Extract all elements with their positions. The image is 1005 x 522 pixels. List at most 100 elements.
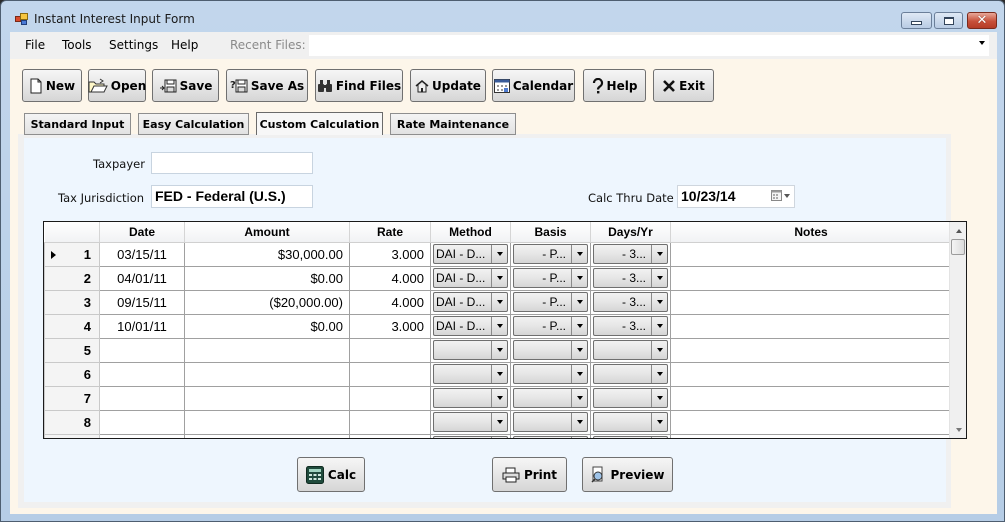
days-yr-dropdown[interactable]: - 3... bbox=[593, 316, 668, 336]
dropdown-button[interactable] bbox=[651, 365, 667, 383]
notes-cell[interactable] bbox=[670, 265, 952, 291]
basis-dropdown[interactable] bbox=[513, 388, 588, 408]
dropdown-button[interactable] bbox=[571, 365, 587, 383]
method-dropdown[interactable]: DAI - D... bbox=[433, 268, 508, 288]
method-dropdown[interactable] bbox=[433, 364, 508, 384]
taxpayer-input[interactable] bbox=[151, 152, 313, 174]
update-button[interactable]: Update bbox=[410, 69, 486, 102]
menu-tools[interactable]: Tools bbox=[62, 38, 92, 52]
dropdown-button[interactable] bbox=[491, 437, 507, 438]
dropdown-button[interactable] bbox=[651, 293, 667, 311]
method-cell[interactable] bbox=[430, 409, 511, 435]
app-icon[interactable] bbox=[15, 13, 29, 25]
method-cell[interactable]: DAI - D... bbox=[430, 313, 511, 339]
close-button[interactable]: ✕ bbox=[967, 12, 997, 29]
dropdown-button[interactable] bbox=[571, 317, 587, 335]
notes-cell[interactable] bbox=[670, 433, 952, 438]
days-yr-dropdown[interactable] bbox=[593, 436, 668, 438]
table-row[interactable]: 1 03/15/11 $30,000.00 3.000 DAI - D... - P...… bbox=[44, 241, 952, 267]
row-header[interactable]: 1 bbox=[44, 241, 100, 267]
dropdown-button[interactable] bbox=[571, 437, 587, 438]
method-cell[interactable]: DAI - D... bbox=[430, 289, 511, 315]
tab-standard-input[interactable]: Standard Input bbox=[24, 113, 131, 135]
amount-cell[interactable] bbox=[184, 361, 350, 387]
basis-dropdown[interactable]: - P... bbox=[513, 244, 588, 264]
dropdown-button[interactable] bbox=[571, 389, 587, 407]
rate-cell[interactable]: 3.000 bbox=[349, 241, 431, 267]
save-button[interactable]: Save bbox=[152, 69, 219, 102]
amount-cell[interactable] bbox=[184, 385, 350, 411]
rate-cell[interactable] bbox=[349, 409, 431, 435]
days-yr-cell[interactable] bbox=[590, 409, 671, 435]
basis-cell[interactable] bbox=[510, 409, 591, 435]
amount-cell[interactable]: $0.00 bbox=[184, 313, 350, 339]
rate-cell[interactable]: 4.000 bbox=[349, 265, 431, 291]
notes-cell[interactable] bbox=[670, 289, 952, 315]
notes-cell[interactable] bbox=[670, 313, 952, 339]
notes-cell[interactable] bbox=[670, 337, 952, 363]
date-cell[interactable] bbox=[99, 409, 185, 435]
minimize-button[interactable] bbox=[901, 12, 932, 29]
days-yr-cell[interactable] bbox=[590, 433, 671, 438]
basis-cell[interactable] bbox=[510, 385, 591, 411]
row-header[interactable]: 7 bbox=[44, 385, 100, 411]
notes-cell[interactable] bbox=[670, 241, 952, 267]
row-header[interactable]: 2 bbox=[44, 265, 100, 291]
days-yr-dropdown[interactable]: - 3... bbox=[593, 244, 668, 264]
dropdown-button[interactable] bbox=[491, 245, 507, 263]
tab-rate-maintenance[interactable]: Rate Maintenance bbox=[390, 113, 516, 135]
method-cell[interactable] bbox=[430, 385, 511, 411]
date-cell[interactable] bbox=[99, 337, 185, 363]
rate-cell[interactable]: 4.000 bbox=[349, 289, 431, 315]
dropdown-button[interactable] bbox=[491, 389, 507, 407]
date-cell[interactable]: 10/01/11 bbox=[99, 313, 185, 339]
days-yr-dropdown[interactable] bbox=[593, 412, 668, 432]
amount-cell[interactable] bbox=[184, 433, 350, 438]
maximize-button[interactable] bbox=[934, 12, 963, 29]
menu-file[interactable]: File bbox=[25, 38, 45, 52]
date-dropdown-button[interactable] bbox=[771, 190, 790, 201]
rate-cell[interactable] bbox=[349, 361, 431, 387]
basis-cell[interactable] bbox=[510, 433, 591, 438]
days-yr-cell[interactable]: - 3... bbox=[590, 265, 671, 291]
method-dropdown[interactable]: DAI - D... bbox=[433, 292, 508, 312]
amount-cell[interactable]: $0.00 bbox=[184, 265, 350, 291]
column-header-amount[interactable]: Amount bbox=[184, 222, 350, 243]
preview-button[interactable]: Preview bbox=[582, 457, 673, 492]
dropdown-button[interactable] bbox=[651, 317, 667, 335]
calendar-button[interactable]: Calendar bbox=[492, 69, 575, 102]
date-cell[interactable]: 09/15/11 bbox=[99, 289, 185, 315]
dropdown-button[interactable] bbox=[571, 293, 587, 311]
days-yr-dropdown[interactable] bbox=[593, 340, 668, 360]
days-yr-cell[interactable] bbox=[590, 385, 671, 411]
method-cell[interactable] bbox=[430, 433, 511, 438]
method-cell[interactable] bbox=[430, 361, 511, 387]
basis-dropdown[interactable] bbox=[513, 340, 588, 360]
dropdown-button[interactable] bbox=[491, 293, 507, 311]
days-yr-dropdown[interactable] bbox=[593, 388, 668, 408]
days-yr-dropdown[interactable]: - 3... bbox=[593, 292, 668, 312]
amount-cell[interactable] bbox=[184, 337, 350, 363]
basis-dropdown[interactable]: - P... bbox=[513, 268, 588, 288]
dropdown-button[interactable] bbox=[571, 341, 587, 359]
help-button[interactable]: Help bbox=[583, 69, 646, 102]
table-row[interactable]: 2 04/01/11 $0.00 4.000 DAI - D... - P... - 3..… bbox=[44, 265, 952, 291]
calc-button[interactable]: Calc bbox=[297, 457, 365, 492]
basis-dropdown[interactable] bbox=[513, 364, 588, 384]
basis-dropdown[interactable] bbox=[513, 436, 588, 438]
days-yr-cell[interactable]: - 3... bbox=[590, 289, 671, 315]
basis-cell[interactable]: - P... bbox=[510, 313, 591, 339]
notes-cell[interactable] bbox=[670, 361, 952, 387]
row-header[interactable]: 3 bbox=[44, 289, 100, 315]
basis-cell[interactable] bbox=[510, 337, 591, 363]
column-header-rate[interactable]: Rate bbox=[349, 222, 431, 243]
dropdown-button[interactable] bbox=[651, 245, 667, 263]
row-header[interactable]: 8 bbox=[44, 409, 100, 435]
column-header-date[interactable]: Date bbox=[99, 222, 185, 243]
menu-help[interactable]: Help bbox=[171, 38, 198, 52]
tab-custom-calculation[interactable]: Custom Calculation bbox=[256, 112, 383, 135]
new-button[interactable]: New bbox=[22, 69, 82, 102]
scroll-up-button[interactable] bbox=[950, 222, 966, 239]
date-cell[interactable] bbox=[99, 361, 185, 387]
table-row[interactable]: 3 09/15/11 ($20,000.00) 4.000 DAI - D... - P.… bbox=[44, 289, 952, 315]
